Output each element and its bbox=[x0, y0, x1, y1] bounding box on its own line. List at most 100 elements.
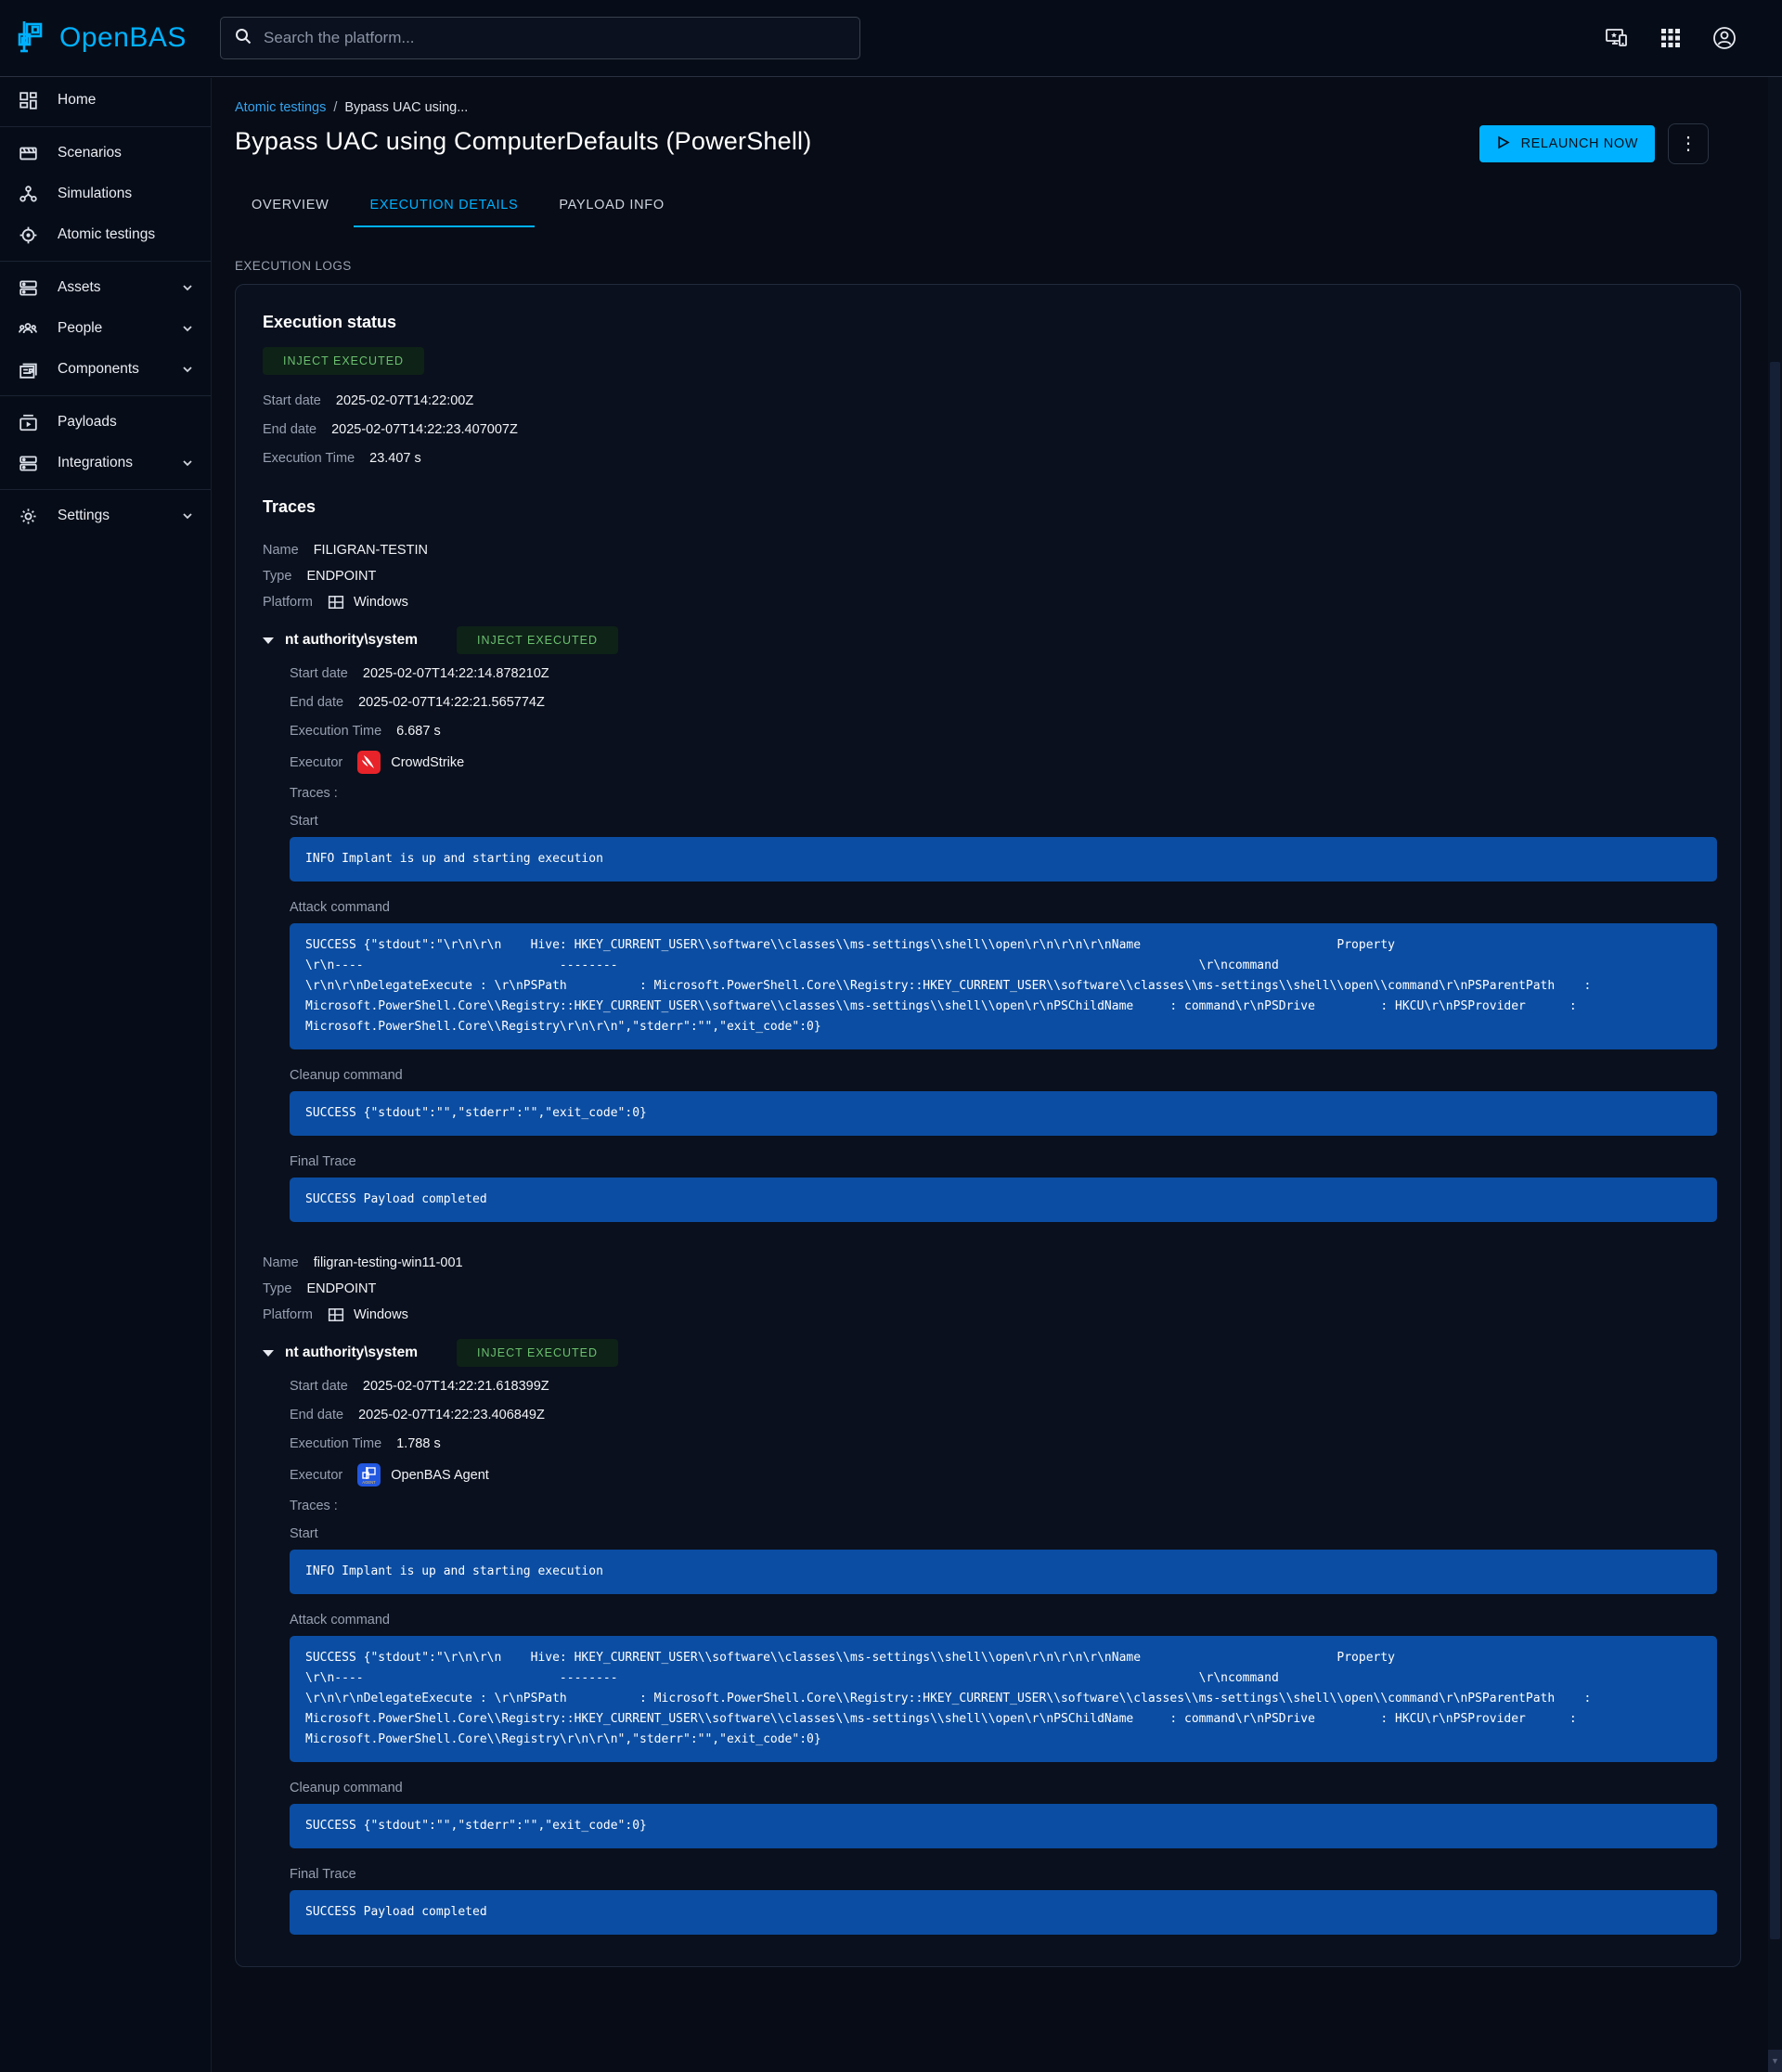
final-trace-label: Final Trace bbox=[290, 1154, 1714, 1169]
tab-execution-details[interactable]: EXECUTION DETAILS bbox=[354, 185, 536, 227]
name-label: Name bbox=[263, 1254, 299, 1272]
execution-logs-card: Execution status INJECT EXECUTED Start d… bbox=[235, 284, 1741, 1967]
start-date-label: Start date bbox=[263, 392, 321, 410]
trace-end-date: 2025-02-07T14:22:23.406849Z bbox=[358, 1406, 545, 1424]
start-trace-label: Start bbox=[290, 1526, 1714, 1541]
breadcrumb-atomic-testings[interactable]: Atomic testings bbox=[235, 100, 326, 115]
sidebar-label-integrations: Integrations bbox=[58, 455, 161, 471]
host-platform: Windows bbox=[354, 1306, 408, 1324]
target-icon bbox=[19, 225, 37, 244]
scrollbar-thumb[interactable] bbox=[1770, 362, 1780, 1939]
trace-detail: Start date 2025-02-07T14:22:14.878210Z E… bbox=[290, 664, 1714, 1222]
tabs: OVERVIEW EXECUTION DETAILS PAYLOAD INFO bbox=[235, 185, 1752, 227]
sidebar-item-people[interactable]: People bbox=[0, 308, 211, 349]
sidebar-item-scenarios[interactable]: Scenarios bbox=[0, 133, 211, 174]
svg-text:AGENT: AGENT bbox=[363, 1480, 377, 1485]
openbas-app: OpenBAS bbox=[0, 0, 1782, 2072]
chevron-down-icon bbox=[181, 281, 194, 294]
attack-command-log: SUCCESS {"stdout":"\r\n\r\n Hive: HKEY_C… bbox=[290, 923, 1717, 1049]
search-icon bbox=[234, 27, 252, 50]
logo-text: OpenBAS bbox=[59, 22, 187, 54]
final-trace-label: Final Trace bbox=[290, 1867, 1714, 1882]
trace-host: Name filigran-testing-win11-001 Type END… bbox=[263, 1254, 1714, 1935]
tab-payload-info[interactable]: PAYLOAD INFO bbox=[542, 185, 680, 227]
sidebar-item-simulations[interactable]: Simulations bbox=[0, 174, 211, 214]
chevron-down-icon bbox=[181, 509, 194, 522]
relaunch-now-button[interactable]: RELAUNCH NOW bbox=[1479, 125, 1655, 162]
sidebar-item-home[interactable]: Home bbox=[0, 80, 211, 121]
host-platform: Windows bbox=[354, 593, 408, 611]
execution-time-label: Execution Time bbox=[290, 1435, 381, 1453]
traces-title: Traces bbox=[263, 497, 1714, 517]
sidebar-label-assets: Assets bbox=[58, 279, 161, 296]
name-label: Name bbox=[263, 541, 299, 560]
platform-label: Platform bbox=[263, 593, 313, 611]
execution-time-label: Execution Time bbox=[263, 449, 355, 468]
topbar-actions bbox=[1596, 18, 1782, 58]
sidebar-divider bbox=[0, 395, 211, 396]
tab-overview[interactable]: OVERVIEW bbox=[235, 185, 346, 227]
cleanup-command-log: SUCCESS {"stdout":"","stderr":"","exit_c… bbox=[290, 1091, 1717, 1136]
kebab-menu-button[interactable]: ⋮ bbox=[1668, 123, 1709, 164]
trace-user-row[interactable]: nt authority\system INJECT EXECUTED bbox=[263, 626, 1714, 654]
platform-label: Platform bbox=[263, 1306, 313, 1324]
sidebar-label-components: Components bbox=[58, 361, 161, 378]
sidebar-item-integrations[interactable]: Integrations bbox=[0, 443, 211, 483]
page-title: Bypass UAC using ComputerDefaults (Power… bbox=[235, 127, 811, 156]
groups-icon bbox=[19, 319, 37, 338]
sidebar-item-components[interactable]: Components bbox=[0, 349, 211, 390]
main-content: Atomic testings / Bypass UAC using... By… bbox=[212, 78, 1752, 1967]
sidebar-label-atomic-testings: Atomic testings bbox=[58, 226, 194, 243]
windows-icon bbox=[328, 594, 344, 611]
sidebar-divider bbox=[0, 126, 211, 127]
end-date-label: End date bbox=[290, 1406, 343, 1424]
collapse-caret-icon[interactable] bbox=[263, 637, 274, 644]
devices-icon[interactable] bbox=[1596, 18, 1637, 58]
openbas-logo[interactable]: OpenBAS bbox=[0, 18, 197, 59]
start-trace-log: INFO Implant is up and starting executio… bbox=[290, 1550, 1717, 1594]
start-trace-log: INFO Implant is up and starting executio… bbox=[290, 837, 1717, 882]
status-badge: INJECT EXECUTED bbox=[263, 347, 424, 375]
sidebar-item-payloads[interactable]: Payloads bbox=[0, 402, 211, 443]
vertical-scrollbar[interactable]: ▲ ▼ bbox=[1768, 0, 1782, 2072]
execution-time-label: Execution Time bbox=[290, 722, 381, 740]
final-trace-log: SUCCESS Payload completed bbox=[290, 1890, 1717, 1935]
home-dashboard-icon bbox=[19, 91, 37, 109]
sidebar-item-settings[interactable]: Settings bbox=[0, 495, 211, 536]
account-icon[interactable] bbox=[1704, 18, 1745, 58]
breadcrumb-separator: / bbox=[333, 100, 337, 115]
execution-logs-label: EXECUTION LOGS bbox=[235, 259, 1752, 273]
sidebar-item-assets[interactable]: Assets bbox=[0, 267, 211, 308]
gear-icon bbox=[19, 507, 37, 525]
scrollbar-down-icon[interactable]: ▼ bbox=[1768, 2050, 1782, 2072]
trace-start-date: 2025-02-07T14:22:14.878210Z bbox=[363, 664, 549, 683]
trace-user: nt authority\system bbox=[285, 632, 418, 649]
attack-command-label: Attack command bbox=[290, 900, 1714, 915]
sidebar-item-atomic-testings[interactable]: Atomic testings bbox=[0, 214, 211, 255]
payloads-icon bbox=[19, 413, 37, 431]
end-date-value: 2025-02-07T14:22:23.407007Z bbox=[331, 420, 518, 439]
executor-label: Executor bbox=[290, 1466, 342, 1485]
traces-colon-label: Traces : bbox=[290, 1497, 338, 1515]
crowdstrike-icon bbox=[357, 751, 381, 774]
trace-execution-time: 1.788 s bbox=[396, 1435, 441, 1453]
apps-grid-icon[interactable] bbox=[1650, 18, 1691, 58]
search-input[interactable] bbox=[262, 28, 846, 48]
trace-host: Name FILIGRAN-TESTIN Type ENDPOINT Platf… bbox=[263, 541, 1714, 1222]
openbas-logo-icon bbox=[15, 18, 50, 59]
windows-icon bbox=[328, 1306, 344, 1323]
relaunch-label: RELAUNCH NOW bbox=[1521, 136, 1638, 151]
sidebar: Home Scenarios Simulations bbox=[0, 78, 212, 2072]
sidebar-label-people: People bbox=[58, 320, 161, 337]
executor-label: Executor bbox=[290, 753, 342, 772]
server-stack-icon bbox=[19, 278, 37, 297]
breadcrumb: Atomic testings / Bypass UAC using... bbox=[235, 100, 1752, 115]
trace-executor: CrowdStrike bbox=[391, 753, 464, 772]
trace-user-row[interactable]: nt authority\system INJECT EXECUTED bbox=[263, 1339, 1714, 1367]
trace-start-date: 2025-02-07T14:22:21.618399Z bbox=[363, 1377, 549, 1396]
hub-icon bbox=[19, 185, 37, 203]
collapse-caret-icon[interactable] bbox=[263, 1350, 274, 1357]
cleanup-command-label: Cleanup command bbox=[290, 1068, 1714, 1083]
top-bar: OpenBAS bbox=[0, 0, 1782, 77]
host-type: ENDPOINT bbox=[306, 567, 376, 586]
